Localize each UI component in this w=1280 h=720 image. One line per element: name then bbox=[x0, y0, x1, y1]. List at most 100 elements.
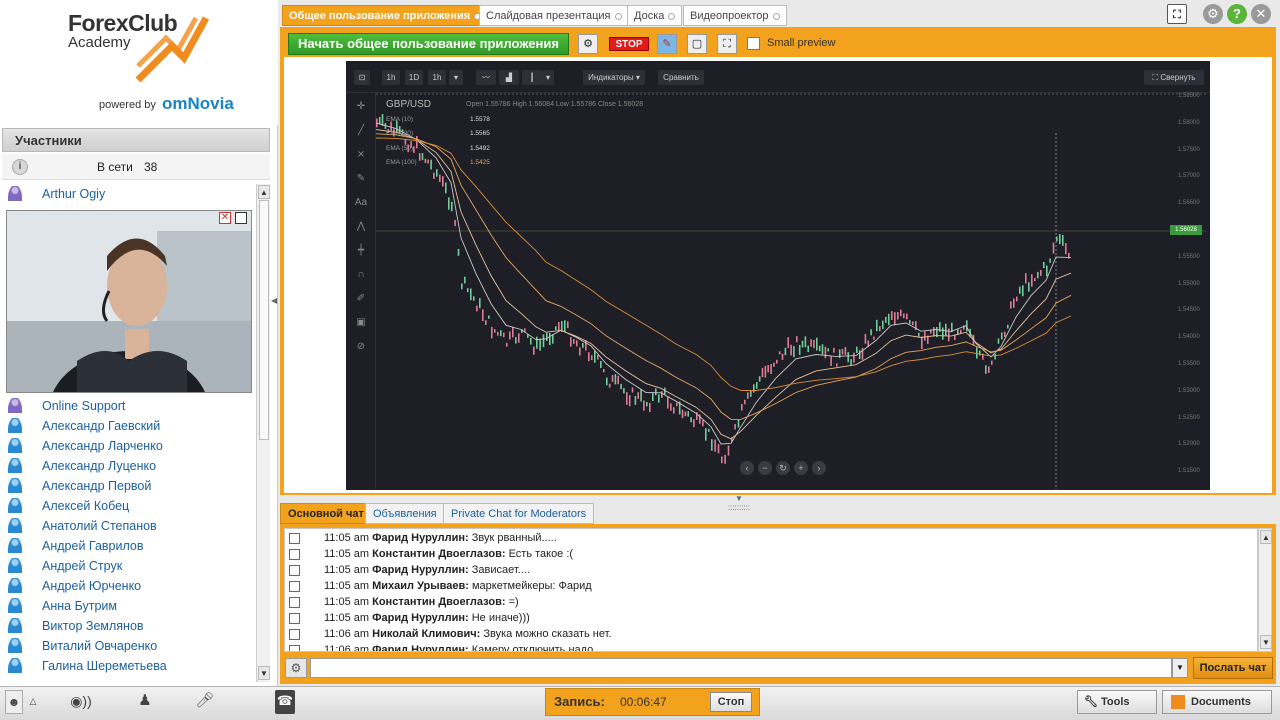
magnet-icon[interactable]: ∩ bbox=[353, 267, 369, 283]
resize-handle-icon[interactable]: ▼ :::::::::: bbox=[724, 494, 754, 512]
small-preview-checkbox[interactable] bbox=[747, 37, 760, 50]
line-chart-icon[interactable]: 〰 bbox=[476, 70, 496, 85]
user-status-icon[interactable]: ☻ bbox=[5, 690, 23, 714]
participant-item[interactable]: Андрей Юрченко bbox=[2, 576, 256, 596]
timeframe-2[interactable]: 1D bbox=[405, 70, 423, 85]
participant-item[interactable]: Александр Первой bbox=[2, 476, 256, 496]
tab-announcements[interactable]: Объявления bbox=[365, 503, 445, 524]
participant-item[interactable]: Александр Ларченко bbox=[2, 436, 256, 456]
message-user: Константин Двоеглазов: bbox=[372, 548, 506, 560]
collapse-left-panel-icon[interactable]: ◀ bbox=[271, 296, 277, 316]
maximize-video-icon[interactable] bbox=[235, 212, 247, 224]
fullscreen-icon[interactable]: ⛶ bbox=[1167, 4, 1187, 24]
participant-item[interactable]: Виталий Овчаренко bbox=[2, 636, 256, 656]
participant-item[interactable]: Андрей Гаврилов bbox=[2, 536, 256, 556]
timeframe-1[interactable]: 1h bbox=[382, 70, 400, 85]
timeframe-dropdown-icon[interactable]: ▾ bbox=[449, 70, 463, 85]
chat-scrollbar[interactable]: ▲ ▼ bbox=[1258, 528, 1272, 652]
tab-0[interactable]: Общее пользование приложения bbox=[282, 5, 489, 26]
share-settings-gear-icon[interactable]: ⚙ bbox=[578, 34, 598, 54]
scroll-up-icon[interactable]: ▲ bbox=[258, 185, 270, 199]
trendline-icon[interactable]: ╱ bbox=[353, 123, 369, 139]
fib-icon[interactable]: ⨯ bbox=[353, 147, 369, 163]
hide-icon[interactable]: ⊘ bbox=[353, 339, 369, 355]
phone-icon[interactable]: ☎ bbox=[275, 690, 295, 714]
close-video-icon[interactable]: ✕ bbox=[219, 212, 231, 224]
pattern-icon[interactable]: ⋀ bbox=[353, 219, 369, 235]
scroll-down-icon[interactable]: ▼ bbox=[258, 666, 270, 680]
zoom-in-icon[interactable]: + bbox=[794, 461, 808, 475]
chart-type-dropdown-icon[interactable]: ▾ bbox=[542, 70, 554, 85]
timeframe-3[interactable]: 1h bbox=[428, 70, 446, 85]
chat-recipient-dropdown-icon[interactable]: ▼ bbox=[1172, 658, 1188, 678]
scroll-left-icon[interactable]: ‹ bbox=[740, 461, 754, 475]
tab-3[interactable]: Видеопроектор bbox=[683, 5, 787, 26]
participant-item[interactable]: Алексей Кобец bbox=[2, 496, 256, 516]
participants-header[interactable]: Участники bbox=[2, 128, 270, 152]
message-checkbox[interactable] bbox=[289, 581, 300, 592]
chat-settings-gear-icon[interactable]: ⚙ bbox=[285, 658, 307, 678]
crosshair-icon[interactable]: ✛ bbox=[353, 99, 369, 115]
message-checkbox[interactable] bbox=[289, 597, 300, 608]
participant-item[interactable]: Виктор Землянов bbox=[2, 616, 256, 636]
participants-scrollbar[interactable]: ▲ ▼ bbox=[256, 184, 270, 682]
pen-icon[interactable]: ✐ bbox=[353, 291, 369, 307]
message-checkbox[interactable] bbox=[289, 533, 300, 544]
start-sharing-button[interactable]: Начать общее пользование приложения bbox=[288, 33, 569, 55]
tools-button[interactable]: 🔧︎ Tools bbox=[1077, 690, 1157, 714]
participant-item[interactable]: Александр Гаевский bbox=[2, 416, 256, 436]
participant-item[interactable]: Online Support bbox=[2, 396, 256, 416]
chat-message-input[interactable] bbox=[310, 658, 1172, 678]
message-checkbox[interactable] bbox=[289, 549, 300, 560]
scroll-thumb[interactable] bbox=[259, 200, 269, 440]
help-icon[interactable]: ? bbox=[1227, 4, 1247, 24]
stop-button[interactable]: STOP bbox=[609, 37, 649, 51]
webcam-icon[interactable]: ♟ bbox=[133, 690, 157, 714]
candle bbox=[558, 322, 560, 332]
annotate-icon[interactable]: ✎ bbox=[657, 34, 677, 54]
participant-item[interactable]: Галина Шереметьева bbox=[2, 656, 256, 676]
candle-chart-icon[interactable]: ┃ bbox=[522, 70, 542, 85]
documents-button[interactable]: Documents bbox=[1162, 690, 1272, 714]
microphone-muted-icon[interactable]: 🎤︎ bbox=[193, 690, 217, 714]
compare-button[interactable]: Сравнить bbox=[658, 70, 704, 85]
message-text: 11:05 am Фарид Нуруллин: Зависает.... bbox=[324, 564, 530, 576]
brush-icon[interactable]: ✎ bbox=[353, 171, 369, 187]
info-icon[interactable]: i bbox=[12, 159, 28, 175]
participant-item[interactable]: Анна Бутрим bbox=[2, 596, 256, 616]
settings-gear-icon[interactable]: ⚙ bbox=[1203, 4, 1223, 24]
text-icon[interactable]: Aa bbox=[353, 195, 369, 211]
zoom-out-icon[interactable]: − bbox=[758, 461, 772, 475]
message-checkbox[interactable] bbox=[289, 629, 300, 640]
participant-item[interactable]: Андрей Струк bbox=[2, 556, 256, 576]
chat-scroll-down-icon[interactable]: ▼ bbox=[1260, 635, 1272, 649]
indicators-button[interactable]: Индикаторы ▾ bbox=[583, 70, 645, 85]
participant-item[interactable]: Анатолий Степанов bbox=[2, 516, 256, 536]
forex-chart[interactable]: ⊡ 1h 1D 1h ▾ 〰 ▟ ┃ ▾ Индикаторы ▾ Сравни… bbox=[346, 61, 1210, 490]
participant-name: Александр Гаевский bbox=[42, 419, 161, 433]
message-checkbox[interactable] bbox=[289, 613, 300, 624]
recording-stop-button[interactable]: Стоп bbox=[710, 692, 752, 712]
status-menu-icon[interactable]: △ bbox=[26, 690, 40, 714]
tab-private-moderators[interactable]: Private Chat for Moderators bbox=[443, 503, 595, 524]
message-checkbox[interactable] bbox=[289, 565, 300, 576]
audio-icon[interactable]: ◉)) bbox=[62, 690, 100, 714]
lock-icon[interactable]: ▣ bbox=[353, 315, 369, 331]
tab-1[interactable]: Слайдовая презентация bbox=[479, 5, 629, 26]
close-icon[interactable]: ✕ bbox=[1251, 4, 1271, 24]
send-chat-button[interactable]: Послать чат bbox=[1193, 657, 1273, 679]
tab-main-chat[interactable]: Основной чат bbox=[280, 503, 372, 524]
chart-fullscreen-button[interactable]: ⛶ Свернуть bbox=[1144, 70, 1204, 85]
participant-item[interactable]: Александр Луценко bbox=[2, 456, 256, 476]
reset-icon[interactable]: ↻ bbox=[776, 461, 790, 475]
scroll-right-icon[interactable]: › bbox=[812, 461, 826, 475]
measure-icon[interactable]: ┿ bbox=[353, 243, 369, 259]
chart-type-icon[interactable]: ⊡ bbox=[354, 70, 370, 85]
tab-2[interactable]: Доска bbox=[627, 5, 683, 26]
frame-icon[interactable]: ▢ bbox=[687, 34, 707, 54]
message-checkbox[interactable] bbox=[289, 645, 300, 651]
area-chart-icon[interactable]: ▟ bbox=[499, 70, 519, 85]
participant-presenter[interactable]: Arthur Ogiy bbox=[2, 184, 256, 204]
chat-scroll-up-icon[interactable]: ▲ bbox=[1260, 530, 1272, 544]
fit-screen-icon[interactable]: ⛶ bbox=[717, 34, 737, 54]
